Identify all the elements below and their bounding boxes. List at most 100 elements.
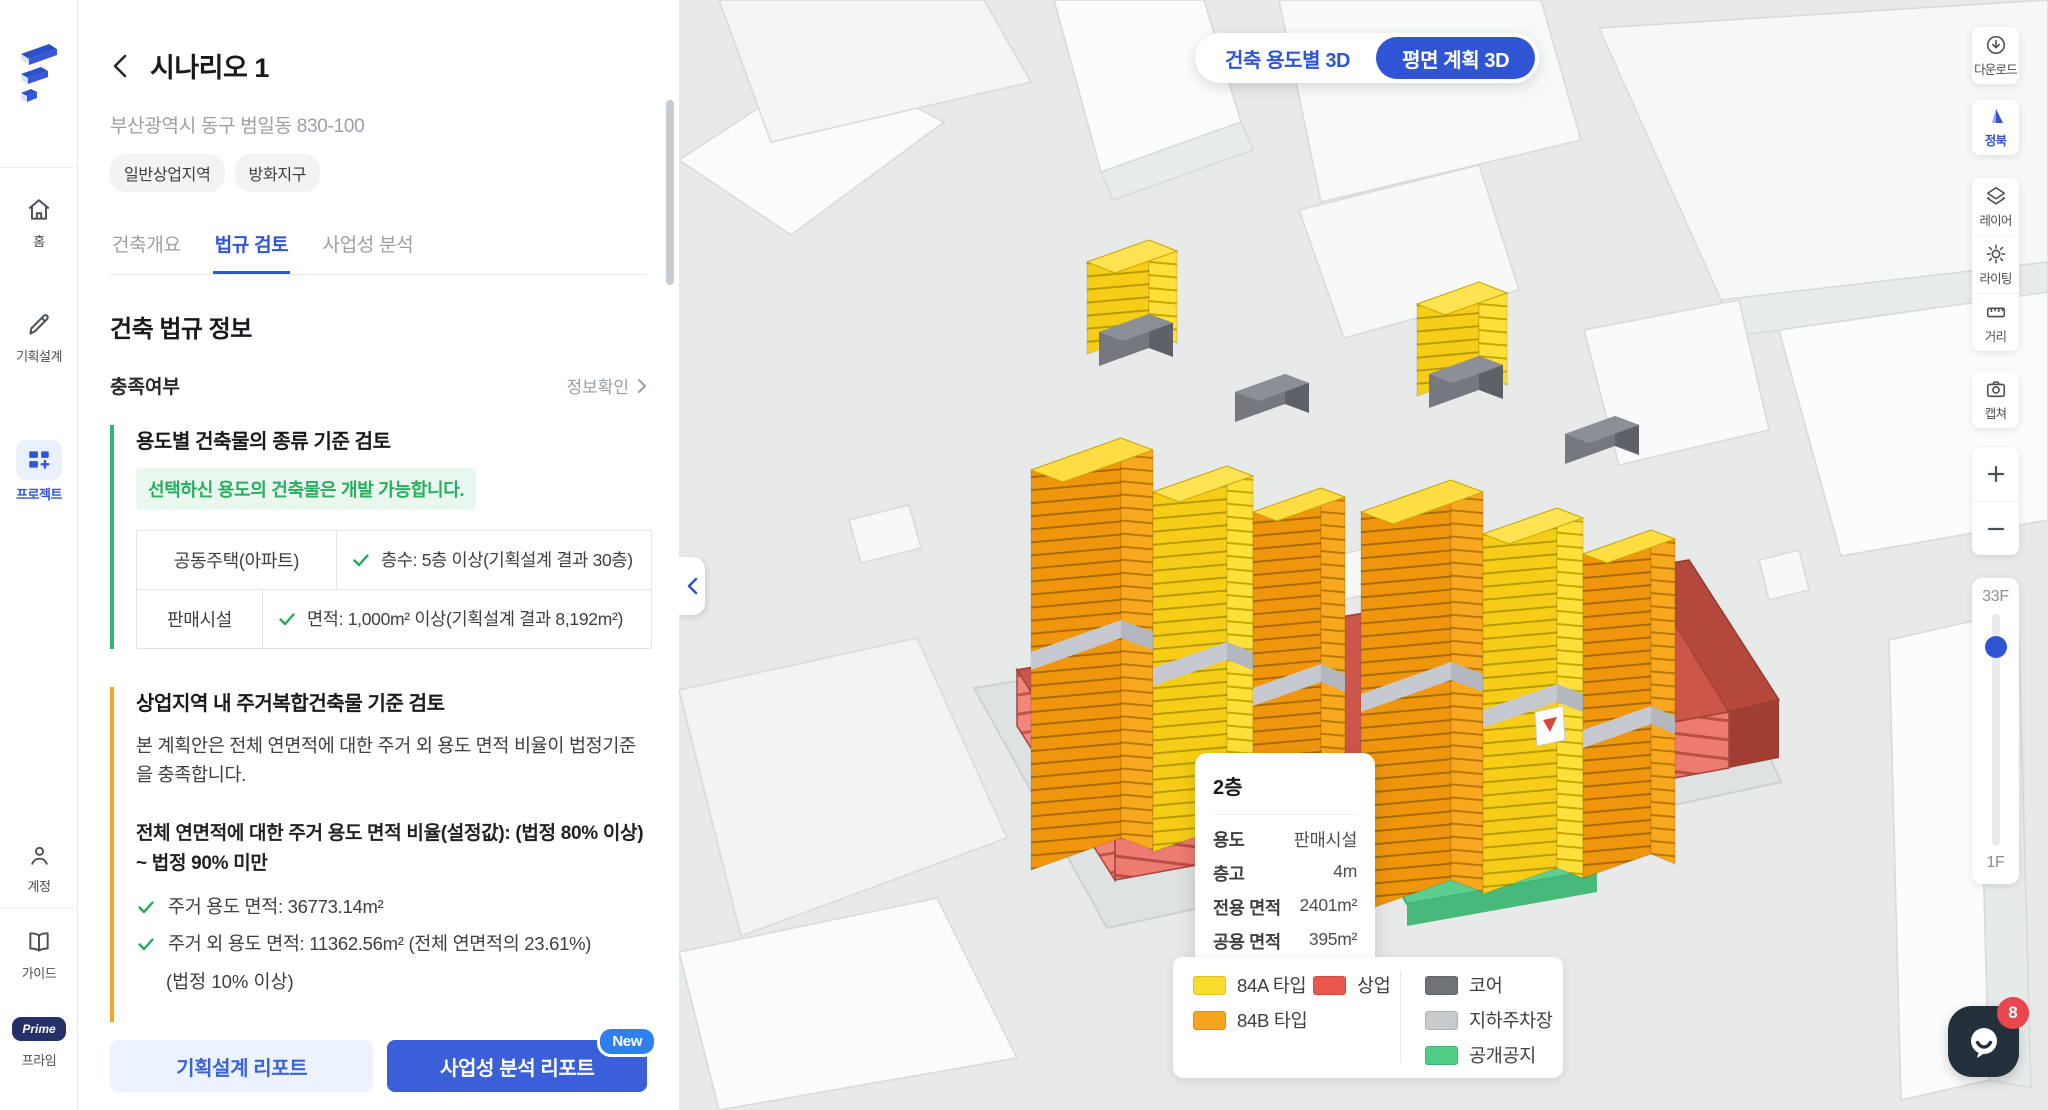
unit-legend: 84A 타입 상업 84B 타입 코어 지하주차장 공개공지 (1173, 957, 1563, 1078)
home-icon (0, 193, 78, 227)
sidebar-item-home[interactable]: 홈 (0, 193, 78, 250)
mixed-review-desc: 본 계획안은 전체 연면적에 대한 주거 외 용도 면적 비율이 법정기준을 충… (136, 732, 646, 789)
true-north-button[interactable]: 정북 (1972, 100, 2019, 155)
sidebar-item-planning[interactable]: 기획설계 (0, 308, 78, 365)
floor-max-label: 33F (1982, 588, 2009, 606)
tooltip-row: 층고 4m (1213, 861, 1357, 886)
tooltip-row: 전용 면적 2401m² (1213, 895, 1357, 920)
check-icon (351, 550, 371, 570)
capture-card: 캡쳐 (1972, 371, 2019, 428)
plus-icon (1986, 464, 2006, 484)
floor-min-label: 1F (1986, 854, 2004, 872)
floor-slider-knob[interactable] (1985, 636, 2007, 658)
view-mode-toggle: 건축 용도별 3D 평면 계획 3D (1195, 33, 1539, 83)
info-check-label: 정보확인 (566, 373, 629, 398)
section-title: 건축 법규 정보 (110, 309, 647, 344)
toggle-plan-3d[interactable]: 평면 계획 3D (1376, 37, 1535, 79)
map-3d-view[interactable]: 건축 용도별 3D 평면 계획 3D 다운로드 정북 (679, 0, 2048, 1110)
prime-badge-icon: Prime (0, 1012, 78, 1046)
layers-button[interactable]: 레이어 (1972, 178, 2019, 235)
sidebar-item-label: 프로젝트 (0, 484, 78, 503)
check-icon (136, 934, 156, 954)
panel-tabs: 건축개요 법규 검토 사업성 분석 (110, 218, 647, 275)
project-icon (16, 440, 62, 480)
legend-label: 상업 (1357, 972, 1390, 998)
zoom-in-button[interactable] (1972, 447, 2019, 501)
sidebar-item-label: 가이드 (0, 963, 78, 982)
use-type-review-section: 용도별 건축물의 종류 기준 검토 선택하신 용도의 건축물은 개발 가능합니다… (110, 425, 647, 649)
chat-bubble-icon (1965, 1023, 2003, 1061)
chevron-left-icon (687, 577, 698, 595)
tooltip-label: 공용 면적 (1213, 929, 1281, 954)
sidebar-item-account[interactable]: 계정 (0, 838, 78, 895)
tab-overview[interactable]: 건축개요 (110, 218, 183, 274)
distance-button[interactable]: 거리 (1972, 293, 2019, 351)
sidebar-item-guide[interactable]: 가이드 (0, 925, 78, 982)
mixed-review-title: 상업지역 내 주거복합건축물 기준 검토 (136, 687, 647, 716)
download-label: 다운로드 (1974, 59, 2017, 78)
panel-collapse-button[interactable] (679, 557, 705, 615)
sun-icon (1985, 243, 2007, 265)
use-review-table: 공동주택(아파트) 층수: 5층 이상(기획설계 결과 30층) 판매시설 면적… (136, 530, 652, 649)
criteria-cell: 층수: 5층 이상(기획설계 결과 30층) (337, 531, 651, 589)
tooltip-value: 395m² (1309, 929, 1357, 954)
tooltip-row: 공용 면적 395m² (1213, 929, 1357, 954)
legend-item-84a: 84A 타입 (1193, 972, 1306, 998)
tooltip-value: 2401m² (1299, 895, 1357, 920)
panel-footer: 기획설계 리포트 사업성 분석 리포트 New (78, 1022, 679, 1110)
tooltip-label: 전용 면적 (1213, 895, 1281, 920)
tab-legal-review[interactable]: 법규 검토 (213, 218, 291, 274)
check-icon (277, 609, 297, 629)
legend-label: 지하주차장 (1469, 1007, 1553, 1033)
scenario-panel: 시나리오 1 부산광역시 동구 범일동 830-100 일반상업지역 방화지구 … (78, 0, 679, 1110)
capture-button[interactable]: 캡쳐 (1972, 371, 2019, 428)
floor-slider-track[interactable] (1992, 614, 2000, 846)
left-rail: 홈 기획설계 프로젝트 계정 가이드 (0, 0, 78, 1110)
back-icon[interactable] (110, 53, 132, 79)
sidebar-item-label: 프라임 (0, 1050, 78, 1069)
lighting-label: 라이팅 (1979, 268, 2011, 287)
feasibility-report-button[interactable]: 사업성 분석 리포트 New (387, 1040, 647, 1092)
tab-feasibility[interactable]: 사업성 분석 (320, 218, 415, 274)
sidebar-item-prime[interactable]: Prime 프라임 (0, 1012, 78, 1069)
distance-label: 거리 (1985, 326, 2006, 345)
app-logo-icon[interactable] (15, 40, 63, 110)
zoom-out-button[interactable] (1972, 501, 2019, 555)
use-name-cell: 공동주택(아파트) (137, 531, 337, 589)
use-review-result: 선택하신 용도의 건축물은 개발 가능합니다. (136, 468, 476, 510)
panel-scrollbar[interactable] (666, 100, 674, 285)
criteria-text: 면적: 1,000m² 이상(기획설계 결과 8,192m²) (307, 606, 637, 632)
sidebar-item-project[interactable]: 프로젝트 (0, 440, 78, 503)
legend-label: 84A 타입 (1237, 972, 1306, 998)
info-check-link[interactable]: 정보확인 (566, 373, 647, 398)
layers-label: 레이어 (1979, 210, 2011, 229)
capture-label: 캡쳐 (1985, 403, 2006, 422)
toggle-usage-3d[interactable]: 건축 용도별 3D (1199, 37, 1376, 79)
tooltip-title: 2층 (1213, 771, 1357, 800)
download-button[interactable]: 다운로드 (1972, 27, 2019, 84)
download-card: 다운로드 (1972, 27, 2019, 84)
minus-icon (1986, 519, 2006, 539)
layers-icon (1985, 185, 2007, 207)
sidebar-item-label: 홈 (0, 231, 78, 250)
check-text: 주거 외 용도 면적: 11362.56m² (전체 연면적의 23.61%) (168, 931, 591, 958)
north-label: 정북 (1985, 130, 2006, 149)
map-tools-card: 레이어 라이팅 거리 (1972, 178, 2019, 351)
legend-swatch-parking (1425, 1011, 1458, 1030)
download-icon (1985, 34, 2007, 56)
zoning-chip: 일반상업지역 (110, 154, 225, 192)
legend-item-84b: 84B 타입 (1193, 1007, 1307, 1033)
north-card: 정북 (1972, 100, 2019, 155)
rail-divider (0, 908, 78, 909)
user-icon (0, 838, 78, 872)
legend-item-commercial: 상업 (1313, 972, 1390, 998)
plan-report-button[interactable]: 기획설계 리포트 (110, 1040, 373, 1092)
rail-divider (0, 167, 78, 168)
tooltip-value: 판매시설 (1294, 827, 1357, 852)
tooltip-label: 용도 (1213, 827, 1245, 852)
lighting-button[interactable]: 라이팅 (1972, 235, 2019, 293)
legend-label: 공개공지 (1469, 1042, 1536, 1068)
entrance-marker (1535, 706, 1565, 746)
pencil-icon (0, 308, 78, 342)
legend-swatch-core (1425, 976, 1458, 995)
